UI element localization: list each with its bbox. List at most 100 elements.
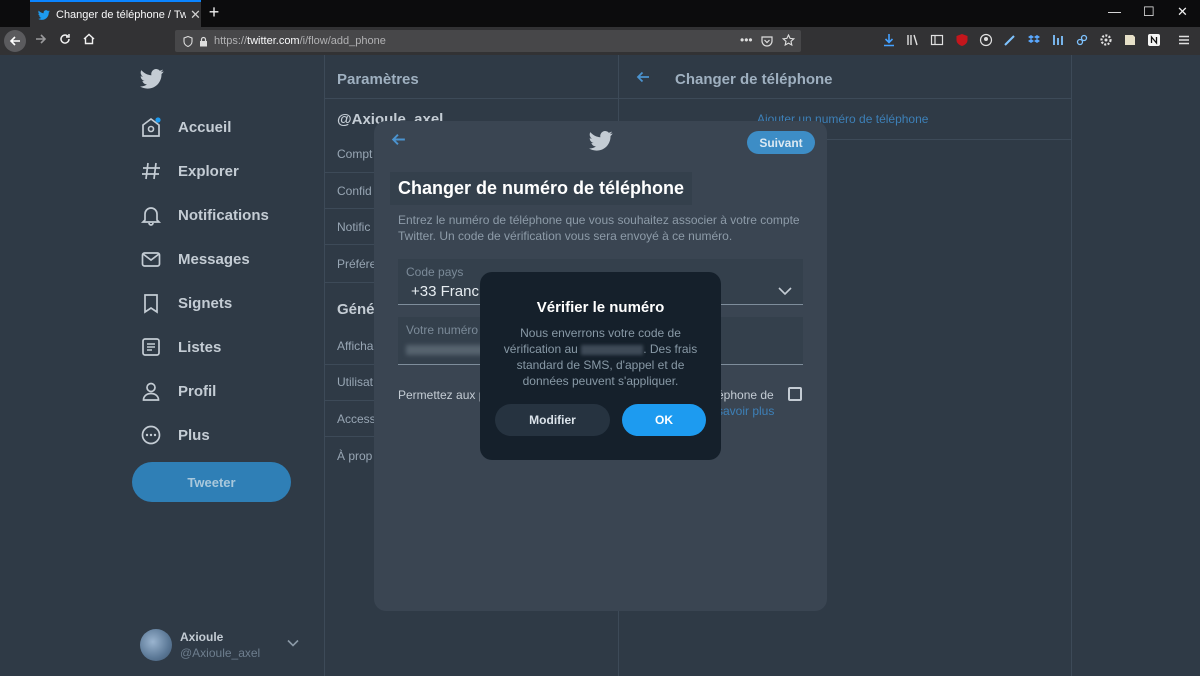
ok-button[interactable]: OK bbox=[622, 404, 706, 436]
sidebar-item-notifications[interactable]: Notifications bbox=[138, 200, 269, 230]
hamburger-menu-icon[interactable] bbox=[1177, 33, 1191, 47]
window-minimize-button[interactable]: — bbox=[1108, 4, 1121, 19]
sidebar-item-label: Messages bbox=[178, 250, 250, 268]
settings-item[interactable]: Confid bbox=[337, 184, 372, 198]
settings-item[interactable]: Access bbox=[337, 412, 376, 426]
settings-item[interactable]: Préfére bbox=[337, 257, 376, 271]
modify-button[interactable]: Modifier bbox=[495, 404, 610, 436]
chevron-down-icon bbox=[287, 639, 299, 647]
settings-item[interactable]: Afficha bbox=[337, 339, 373, 353]
settings-item[interactable]: Compt bbox=[337, 147, 372, 161]
window-maximize-button[interactable]: ☐ bbox=[1143, 4, 1155, 20]
sidebar-item-listes[interactable]: Listes bbox=[138, 332, 221, 362]
download-icon[interactable] bbox=[882, 33, 896, 47]
redacted-phone-number bbox=[581, 344, 644, 355]
twitter-logo-icon[interactable] bbox=[140, 69, 164, 89]
browser-back-button[interactable] bbox=[4, 30, 26, 52]
account-switcher[interactable]: Axioule @Axioule_axel bbox=[140, 628, 299, 662]
settings-item[interactable]: Notific bbox=[337, 220, 370, 234]
tab-title: Changer de téléphone / Twitter bbox=[56, 8, 186, 21]
dialog-text: Nous enverrons votre code de vérificatio… bbox=[500, 325, 701, 389]
avatar bbox=[140, 629, 172, 661]
modal-description: Entrez le numéro de téléphone que vous s… bbox=[398, 213, 800, 243]
bookmark-icon bbox=[138, 290, 164, 316]
sidebar-item-accueil[interactable]: Accueil bbox=[138, 112, 231, 142]
arrow-left-icon[interactable] bbox=[390, 131, 407, 148]
browser-forward-button[interactable] bbox=[30, 31, 52, 51]
account-container-icon[interactable] bbox=[979, 33, 993, 47]
lock-icon[interactable] bbox=[199, 36, 208, 47]
browser-home-button[interactable] bbox=[78, 31, 100, 51]
url-domain: twitter.com bbox=[247, 35, 300, 47]
bars-icon[interactable] bbox=[1051, 33, 1065, 47]
sidebar-item-signets[interactable]: Signets bbox=[138, 288, 232, 318]
home-icon bbox=[138, 114, 164, 140]
window-close-button[interactable]: ✕ bbox=[1177, 4, 1188, 20]
sidebar-item-label: Explorer bbox=[178, 162, 239, 180]
twitter-favicon-icon bbox=[38, 9, 50, 20]
dropbox-icon[interactable] bbox=[1027, 33, 1041, 47]
url-path: /i/flow/add_phone bbox=[299, 35, 386, 47]
browser-reload-button[interactable] bbox=[54, 31, 76, 51]
phone-number-label: Votre numéro bbox=[406, 323, 479, 337]
sidebar-item-plus[interactable]: Plus bbox=[138, 420, 210, 450]
pen-icon[interactable] bbox=[1003, 33, 1017, 47]
envelope-icon bbox=[138, 246, 164, 272]
account-info: Axioule @Axioule_axel bbox=[180, 630, 260, 660]
account-handle: @Axioule_axel bbox=[180, 646, 261, 660]
next-button[interactable]: Suivant bbox=[747, 131, 815, 154]
twitter-logo-icon bbox=[589, 131, 613, 151]
sidebar-toggle-icon[interactable] bbox=[930, 33, 944, 47]
url-bar[interactable]: https://twitter.com/i/flow/add_phone ••• bbox=[175, 30, 801, 52]
sidebar-item-label: Signets bbox=[178, 294, 233, 312]
verify-number-dialog: Vérifier le numéro Nous enverrons votre … bbox=[480, 272, 721, 460]
tweet-button[interactable]: Tweeter bbox=[132, 462, 291, 502]
pocket-icon[interactable] bbox=[761, 35, 773, 47]
page-actions-menu[interactable]: ••• bbox=[740, 33, 753, 47]
link-icon[interactable] bbox=[1075, 33, 1089, 47]
country-code-label: Code pays bbox=[406, 265, 464, 279]
arrow-right-icon bbox=[36, 34, 47, 44]
divider bbox=[619, 98, 1072, 99]
sidebar-item-messages[interactable]: Messages bbox=[138, 244, 250, 274]
list-icon bbox=[138, 334, 164, 360]
browser-navigation-bar: https://twitter.com/i/flow/add_phone ••• bbox=[0, 27, 1200, 55]
settings-item[interactable]: À prop bbox=[337, 449, 372, 463]
dialog-title: Vérifier le numéro bbox=[536, 299, 665, 316]
sidebar-item-label: Listes bbox=[178, 338, 222, 356]
bookmark-star-icon[interactable] bbox=[782, 34, 795, 47]
sidebar-item-label: Notifications bbox=[178, 206, 269, 224]
gear-icon[interactable] bbox=[1099, 33, 1113, 47]
library-icon[interactable] bbox=[906, 33, 920, 47]
sidebar-item-label: Plus bbox=[178, 426, 210, 444]
discoverability-checkbox[interactable] bbox=[788, 387, 802, 401]
settings-item[interactable]: Utilisat bbox=[337, 375, 373, 389]
arrow-left-icon bbox=[9, 36, 20, 46]
bell-icon bbox=[138, 202, 164, 228]
note-icon[interactable] bbox=[1123, 33, 1137, 47]
sidebar-item-profil[interactable]: Profil bbox=[138, 376, 216, 406]
learn-more-link[interactable]: savoir plus bbox=[717, 404, 774, 418]
more-icon bbox=[138, 422, 164, 448]
sidebar-item-label: Profil bbox=[178, 382, 217, 400]
country-code-value: +33 Franc bbox=[411, 283, 479, 300]
sidebar-item-explorer[interactable]: Explorer bbox=[138, 156, 239, 186]
person-icon bbox=[138, 378, 164, 404]
shield-icon[interactable] bbox=[183, 35, 193, 47]
divider bbox=[325, 98, 619, 99]
modal-title: Changer de numéro de téléphone bbox=[390, 172, 693, 205]
new-tab-button[interactable]: + bbox=[205, 2, 223, 23]
detail-title: Changer de téléphone bbox=[675, 71, 833, 88]
browser-tab[interactable]: Changer de téléphone / Twitter ✕ bbox=[30, 0, 201, 27]
sidebar-item-label: Accueil bbox=[178, 118, 232, 136]
reload-icon bbox=[60, 34, 70, 44]
discoverability-text-end: éphone de bbox=[717, 388, 774, 402]
settings-title: Paramètres bbox=[337, 71, 419, 88]
browser-tab-bar: Changer de téléphone / Twitter ✕ + — ☐ ✕ bbox=[0, 0, 1200, 27]
redacted-phone-number bbox=[406, 345, 486, 355]
tab-close-icon[interactable]: ✕ bbox=[190, 7, 201, 23]
notion-icon[interactable] bbox=[1147, 33, 1161, 47]
ublock-icon[interactable] bbox=[955, 33, 969, 47]
arrow-left-icon[interactable] bbox=[635, 69, 651, 85]
home-icon bbox=[83, 33, 95, 45]
